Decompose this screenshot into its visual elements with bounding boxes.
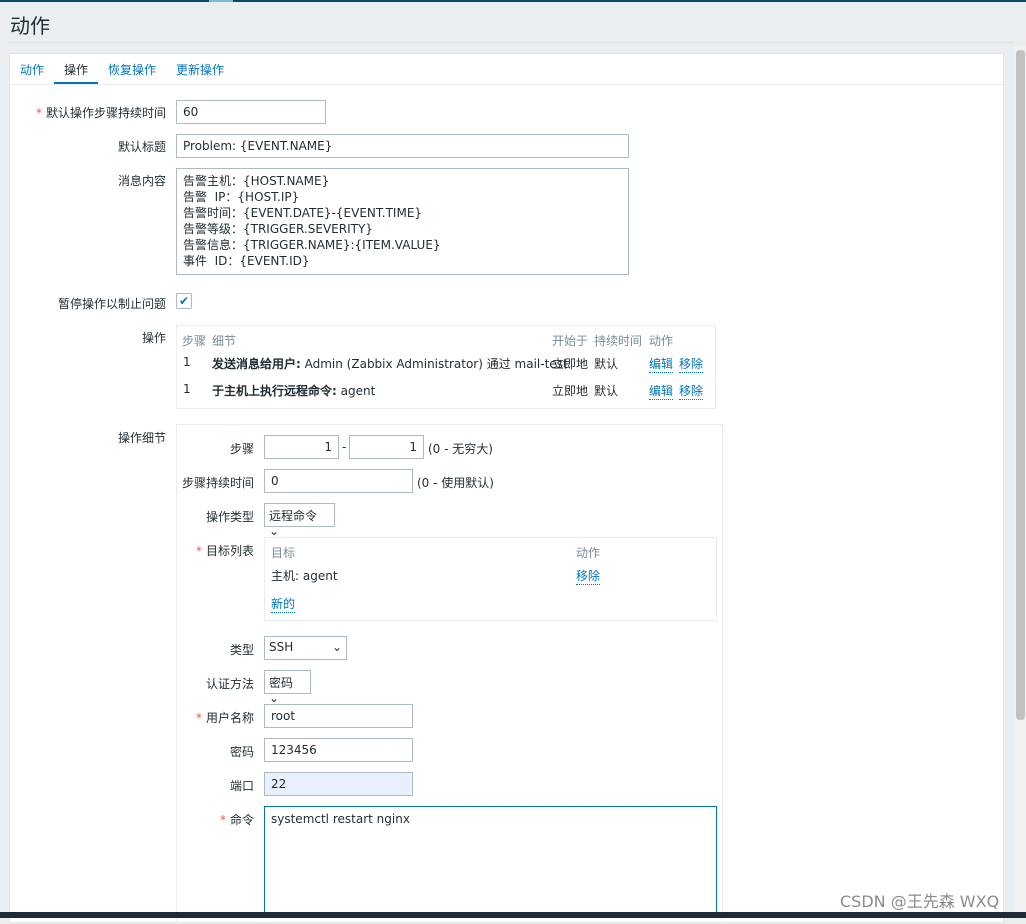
step-duration-label: 步骤持续时间 bbox=[181, 476, 254, 490]
step-to-input[interactable]: 1 bbox=[349, 435, 424, 459]
chevron-down-icon: ⌄ bbox=[269, 524, 280, 538]
pause-label: 暂停操作以制止问题 bbox=[57, 297, 166, 311]
password-label: 密码 bbox=[229, 745, 254, 759]
tab-operations[interactable]: 操作 bbox=[54, 61, 99, 85]
detail-cell: 发送消息给用户: Admin (Zabbix Administrator) 通过… bbox=[212, 357, 568, 371]
default-step-duration-label: * 默认操作步骤持续时间 bbox=[35, 106, 166, 120]
username-input[interactable]: root bbox=[264, 704, 413, 728]
chevron-down-icon: ⌄ bbox=[269, 691, 280, 705]
header-duration: 持续时间 bbox=[594, 334, 643, 348]
header-detail: 细节 bbox=[212, 334, 237, 348]
default-subject-label: 默认标题 bbox=[117, 140, 166, 154]
top-bar bbox=[0, 0, 1026, 2]
message-textarea[interactable]: 告警主机：{HOST.NAME} 告警 IP：{HOST.IP} 告警时间：{E… bbox=[176, 168, 629, 275]
scrollbar-thumb[interactable] bbox=[1016, 50, 1025, 720]
command-label: * 命令 bbox=[219, 813, 254, 827]
bottom-bar bbox=[0, 912, 1026, 918]
start-cell: 立即地 bbox=[552, 357, 589, 371]
operations-label: 操作 bbox=[141, 331, 166, 345]
target-list-label: * 目标列表 bbox=[195, 544, 254, 558]
page-title: 动作 bbox=[10, 14, 50, 38]
remove-target-link[interactable]: 移除 bbox=[576, 567, 601, 585]
header-action: 动作 bbox=[649, 334, 674, 348]
port-label: 端口 bbox=[229, 779, 254, 793]
operations-table: 步骤 细节 开始于 持续时间 动作 1 发送消息给用户: Admin (Zabb… bbox=[176, 325, 716, 409]
password-input[interactable]: 123456 bbox=[264, 738, 413, 762]
step-cell: 1 bbox=[183, 355, 191, 369]
operation-type-select[interactable]: 远程命令 ⌄ bbox=[264, 503, 335, 538]
header-start: 开始于 bbox=[552, 334, 589, 348]
target-list-table: 目标 动作 主机: agent 移除 新的 bbox=[264, 537, 717, 621]
tab-recovery-operations[interactable]: 恢复操作 bbox=[106, 61, 158, 78]
auth-method-label: 认证方法 bbox=[205, 677, 254, 691]
username-label: * 用户名称 bbox=[195, 711, 254, 725]
auth-method-select[interactable]: 密码 ⌄ bbox=[264, 670, 311, 705]
step-from-input[interactable]: 1 bbox=[264, 435, 339, 459]
tab-divider bbox=[10, 84, 1003, 85]
remove-link[interactable]: 移除 bbox=[679, 355, 704, 373]
header-target: 目标 bbox=[271, 546, 296, 560]
edit-link[interactable]: 编辑 bbox=[649, 355, 674, 373]
steps-dash: - bbox=[342, 440, 347, 454]
start-cell: 立即地 bbox=[552, 384, 589, 398]
steps-label: 步骤 bbox=[229, 442, 254, 456]
pause-checkbox[interactable]: ✔ bbox=[176, 293, 192, 309]
step-duration-input[interactable]: 0 bbox=[264, 469, 413, 493]
message-label: 消息内容 bbox=[117, 174, 166, 188]
operation-type-label: 操作类型 bbox=[205, 510, 254, 524]
duration-cell: 默认 bbox=[594, 357, 619, 371]
steps-hint: (0 - 无穷大) bbox=[428, 442, 493, 456]
chevron-down-icon: ⌄ bbox=[331, 640, 342, 654]
target-cell: 主机: agent bbox=[271, 569, 338, 583]
watermark: CSDN @王先森 WXQ bbox=[840, 892, 1000, 911]
default-step-duration-input[interactable]: 60 bbox=[176, 100, 326, 124]
detail-cell: 于主机上执行远程命令: agent bbox=[212, 384, 376, 398]
remove-link[interactable]: 移除 bbox=[679, 382, 704, 400]
new-target-link[interactable]: 新的 bbox=[271, 595, 296, 613]
header-step: 步骤 bbox=[182, 334, 207, 348]
command-textarea[interactable]: systemctl restart nginx bbox=[264, 806, 717, 914]
step-cell: 1 bbox=[183, 382, 191, 396]
duration-cell: 默认 bbox=[594, 384, 619, 398]
step-duration-hint: (0 - 使用默认) bbox=[417, 476, 494, 490]
type-label: 类型 bbox=[229, 643, 254, 657]
divider bbox=[9, 42, 1014, 43]
type-select[interactable]: SSH ⌄ bbox=[264, 636, 347, 660]
tab-update-operations[interactable]: 更新操作 bbox=[174, 61, 226, 78]
header-action: 动作 bbox=[576, 546, 601, 560]
default-subject-input[interactable]: Problem: {EVENT.NAME} bbox=[176, 134, 629, 158]
tab-action[interactable]: 动作 bbox=[18, 61, 46, 78]
edit-link[interactable]: 编辑 bbox=[649, 382, 674, 400]
port-input[interactable]: 22 bbox=[264, 772, 413, 796]
